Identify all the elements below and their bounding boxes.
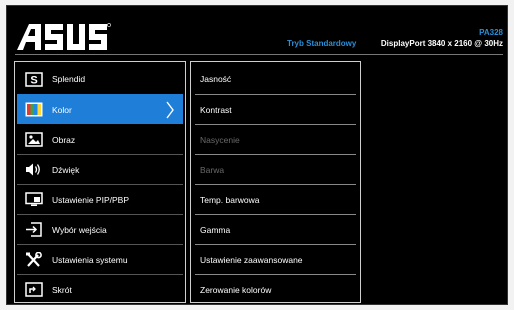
- shortcut-icon: [24, 282, 44, 298]
- svg-text:S: S: [30, 74, 37, 86]
- image-icon: [24, 132, 44, 148]
- main-menu-item-pip-pbp[interactable]: Ustawienie PIP/PBP: [17, 184, 183, 214]
- current-mode: Tryb Standardowy: [287, 39, 357, 48]
- main-menu-item-dzwiek[interactable]: Dźwięk: [17, 154, 183, 184]
- sub-menu-item-kontrast[interactable]: Kontrast: [195, 94, 356, 124]
- sub-menu-item-temp-barwowa[interactable]: Temp. barwowa: [195, 184, 356, 214]
- main-menu-item-ustawienia-systemu[interactable]: Ustawienia systemu: [17, 244, 183, 274]
- sub-menu-item-barwa: Barwa: [195, 154, 356, 184]
- color-bars-icon: [24, 102, 44, 118]
- header-divider: [15, 54, 503, 55]
- tools-icon: [24, 251, 44, 268]
- main-menu-label: Ustawienia systemu: [52, 254, 128, 265]
- main-menu-label: Obraz: [52, 134, 76, 145]
- main-menu-label: Skrót: [52, 284, 72, 295]
- pip-icon: [24, 192, 44, 208]
- input-status: DisplayPort 3840 x 2160 @ 30Hz: [380, 39, 503, 48]
- main-menu-item-kolor[interactable]: Kolor: [17, 94, 183, 124]
- sub-menu-item-ustawienie-zaawansowane[interactable]: Ustawienie zaawansowane: [195, 244, 356, 274]
- main-menu-item-wybor-wejscia[interactable]: Wybór wejścia: [17, 214, 183, 244]
- input-select-icon: [24, 222, 44, 238]
- main-menu-item-obraz[interactable]: Obraz: [17, 124, 183, 154]
- sub-menu-item-jasnosc[interactable]: Jasność: [195, 64, 356, 94]
- sub-menu-item-zerowanie-kolorow[interactable]: Zerowanie kolorów: [195, 274, 356, 304]
- chevron-right-icon: [166, 101, 174, 119]
- splendid-s-icon: S: [24, 71, 44, 87]
- asus-logo: [17, 23, 111, 50]
- main-menu-label: Splendid: [52, 74, 86, 84]
- main-menu-label: Dźwięk: [52, 164, 80, 175]
- main-menu-item-skrot[interactable]: Skrót: [17, 274, 183, 304]
- main-menu-item-splendid[interactable]: S Splendid: [17, 64, 183, 94]
- main-menu-label: Ustawienie PIP/PBP: [52, 194, 130, 205]
- model-name: PA328: [479, 28, 503, 37]
- sub-menu-item-gamma[interactable]: Gamma: [195, 214, 356, 244]
- osd-menu: PA328 Tryb Standardowy DisplayPort 3840 …: [6, 5, 508, 305]
- sub-menu: Jasność Kontrast Nasycenie Barwa Temp. b…: [190, 61, 361, 303]
- sub-menu-item-nasycenie: Nasycenie: [195, 124, 356, 154]
- main-menu-label: Wybór wejścia: [52, 224, 107, 235]
- main-menu-label: Kolor: [52, 104, 72, 115]
- speaker-icon: [24, 162, 44, 178]
- main-menu: S Splendid Kolor Obraz Dźwięk Ustawienie…: [14, 61, 186, 303]
